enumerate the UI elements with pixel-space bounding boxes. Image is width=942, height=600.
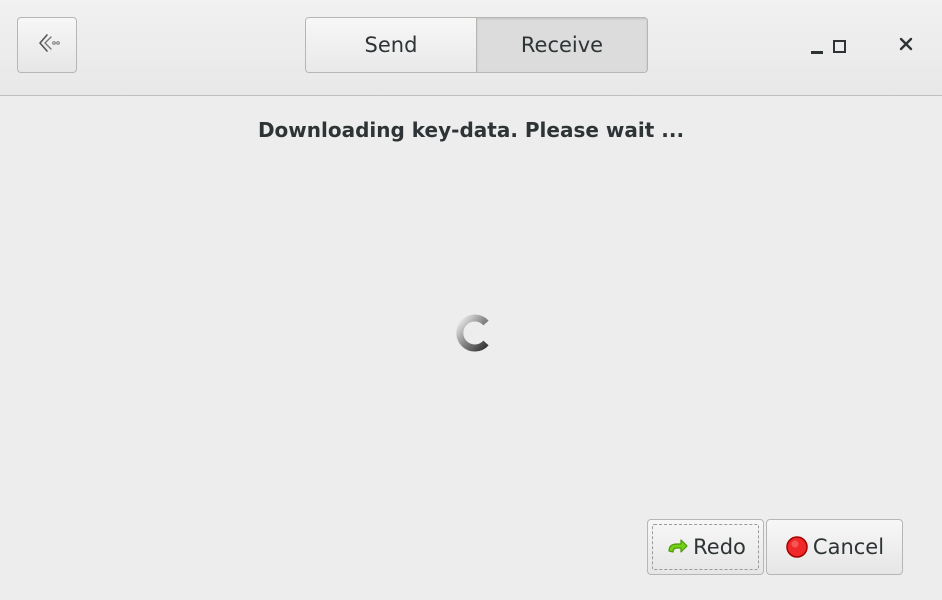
stop-icon [785,535,809,559]
header-bar: Send Receive [0,0,942,96]
redo-label: Redo [693,535,746,559]
maximize-icon [832,39,846,53]
close-button[interactable] [886,24,926,68]
loading-spinner-icon [450,309,498,357]
back-arrow-icon [32,28,62,62]
cancel-label: Cancel [812,535,885,559]
close-icon [898,36,914,56]
redo-button[interactable]: Redo [647,519,764,575]
back-button[interactable] [17,17,77,73]
maximize-button[interactable] [819,24,859,68]
app-window: Send Receive Downloading key-data. Pleas… [0,0,942,600]
redo-arrow-icon [665,535,689,559]
cancel-button[interactable]: Cancel [766,519,903,575]
tab-send[interactable]: Send [306,18,476,72]
status-message: Downloading key-data. Please wait ... [257,118,685,142]
send-receive-switcher: Send Receive [305,17,648,73]
tab-receive[interactable]: Receive [476,18,647,72]
